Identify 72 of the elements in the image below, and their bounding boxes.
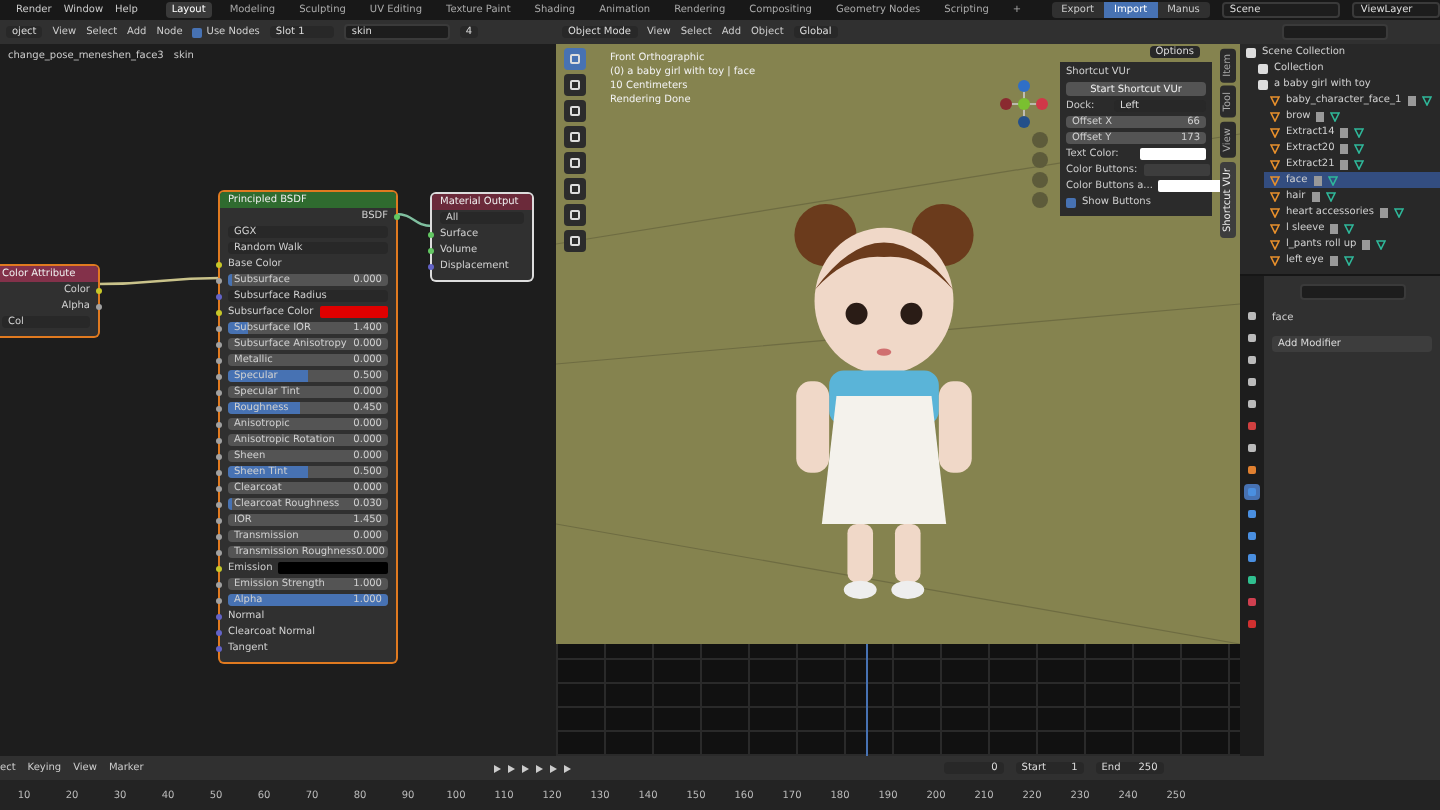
socket-dot[interactable] [216, 325, 222, 331]
color-swatch[interactable] [319, 306, 388, 318]
mesh-data-icon [1376, 239, 1387, 249]
mesh-data-icon [1344, 223, 1355, 233]
properties-tab-icon[interactable] [1244, 506, 1260, 522]
color-swatch[interactable] [278, 562, 388, 574]
node-panel[interactable] [220, 192, 396, 662]
properties-tab-icon[interactable] [1244, 440, 1260, 456]
properties-tab-icon[interactable] [1244, 418, 1260, 434]
tool-icon[interactable] [564, 100, 586, 122]
mesh-data-icon [1393, 207, 1404, 217]
socket-dot[interactable] [216, 549, 222, 555]
socket-dot[interactable] [216, 405, 222, 411]
socket-dot[interactable] [216, 469, 222, 475]
socket-dot[interactable] [216, 389, 222, 395]
properties-tab-icon[interactable] [1244, 484, 1260, 500]
socket-dot[interactable] [96, 287, 102, 293]
mesh-data-icon [1330, 111, 1341, 121]
socket-dot[interactable] [216, 581, 222, 587]
properties-tab-icon[interactable] [1244, 352, 1260, 368]
socket-dot[interactable] [394, 213, 400, 219]
properties-tab-icon[interactable] [1244, 550, 1260, 566]
tool-icon[interactable] [564, 126, 586, 148]
properties-tab-icon[interactable] [1244, 308, 1260, 324]
socket-dot[interactable] [216, 613, 222, 619]
checkbox[interactable] [1066, 197, 1076, 207]
socket-dot[interactable] [428, 231, 434, 237]
color-swatch[interactable] [1158, 180, 1225, 192]
socket-dot[interactable] [216, 261, 222, 267]
socket-dot[interactable] [216, 517, 222, 523]
socket-dot[interactable] [96, 303, 102, 309]
socket-dot[interactable] [216, 533, 222, 539]
socket-dot[interactable] [216, 629, 222, 635]
socket-dot[interactable] [216, 357, 222, 363]
socket-dot[interactable] [216, 277, 222, 283]
tool-icon[interactable] [564, 152, 586, 174]
socket-dot[interactable] [428, 247, 434, 253]
search-field[interactable] [1300, 284, 1406, 300]
search-field[interactable] [1282, 24, 1388, 40]
properties-tab-icon[interactable] [1244, 330, 1260, 346]
socket-dot[interactable] [216, 597, 222, 603]
properties-tab-icon[interactable] [1244, 528, 1260, 544]
socket-dot[interactable] [216, 565, 222, 571]
properties-tab-icon[interactable] [1244, 594, 1260, 610]
socket-dot[interactable] [216, 437, 222, 443]
tool-icon[interactable] [564, 74, 586, 96]
node-wire [395, 212, 433, 228]
socket-dot[interactable] [216, 453, 222, 459]
socket-dot[interactable] [216, 501, 222, 507]
playhead-line [866, 644, 868, 756]
properties-tab-icon[interactable] [1244, 374, 1260, 390]
socket-dot[interactable] [216, 373, 222, 379]
socket-dot[interactable] [216, 309, 222, 315]
tool-icon[interactable] [564, 204, 586, 226]
properties-tab-icon[interactable] [1244, 396, 1260, 412]
axis-gizmo-icon[interactable] [998, 78, 1050, 130]
tool-icon[interactable] [564, 230, 586, 252]
socket-dot[interactable] [216, 341, 222, 347]
socket-dot[interactable] [216, 421, 222, 427]
properties-tab-icon[interactable] [1244, 572, 1260, 588]
socket-dot[interactable] [216, 485, 222, 491]
socket-dot[interactable] [216, 645, 222, 651]
properties-tab-icon[interactable] [1244, 462, 1260, 478]
tool-icon[interactable] [564, 178, 586, 200]
mesh-data-icon [1421, 95, 1432, 105]
node-wire [98, 276, 220, 286]
socket-dot[interactable] [216, 293, 222, 299]
color-swatch[interactable] [1143, 164, 1210, 176]
mesh-data-icon [1343, 255, 1354, 265]
color-swatch[interactable] [1140, 148, 1206, 160]
checkbox[interactable] [192, 27, 203, 37]
socket-dot[interactable] [428, 263, 434, 269]
